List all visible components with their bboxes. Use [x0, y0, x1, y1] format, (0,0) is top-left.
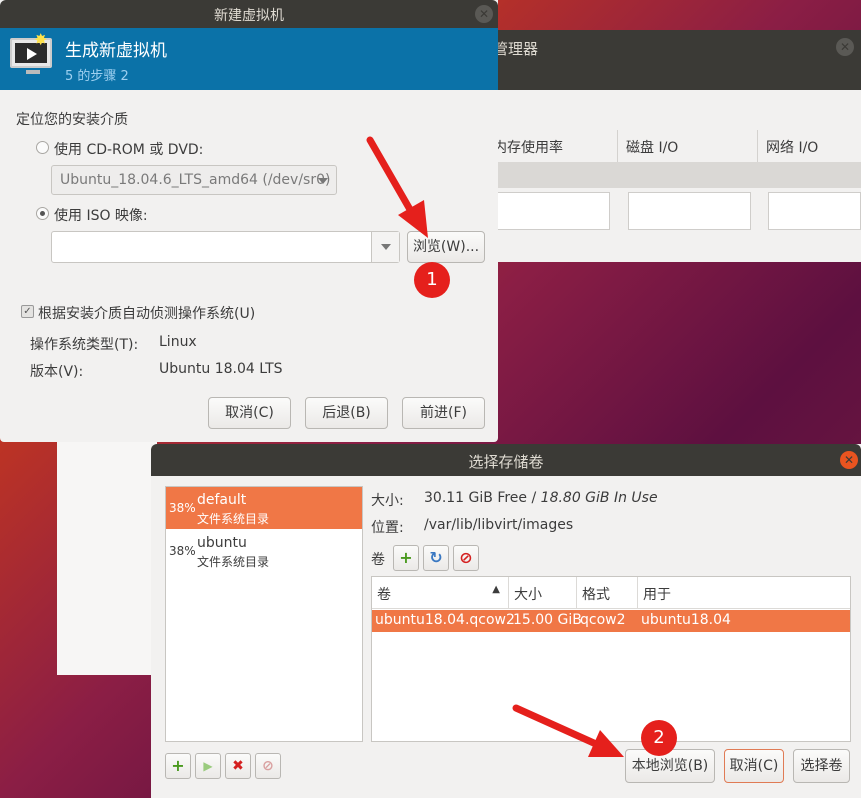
arrow-1-icon	[366, 136, 428, 238]
annotation-badge-2: 2	[641, 720, 677, 756]
annotation-arrows	[366, 136, 624, 757]
arrow-2-icon	[512, 704, 624, 757]
annotation-badge-1: 1	[414, 262, 450, 298]
